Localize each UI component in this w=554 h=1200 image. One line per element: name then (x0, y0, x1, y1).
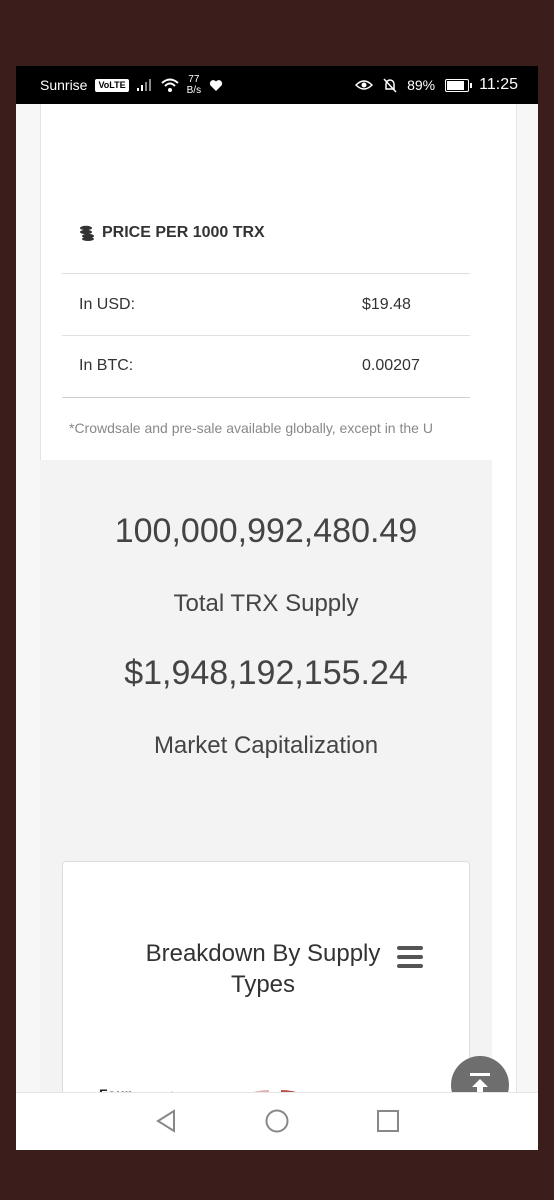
market-cap-value: $1,948,192,155.24 (124, 654, 408, 692)
battery-percent: 89% (407, 77, 436, 93)
coins-icon (80, 225, 94, 241)
divider (62, 397, 470, 398)
battery-icon (445, 78, 473, 92)
recents-square-icon[interactable] (374, 1107, 402, 1135)
signal-icon (136, 79, 151, 91)
total-supply-value: 100,000,992,480.49 (114, 512, 418, 550)
back-triangle-icon[interactable] (152, 1107, 180, 1135)
divider (62, 335, 470, 336)
usd-label: In USD: (79, 296, 136, 313)
eye-icon (355, 80, 374, 90)
market-cap-label: Market Capitalization (153, 732, 379, 759)
battery-fill (447, 80, 465, 90)
clock: 11:25 (479, 76, 518, 93)
divider (62, 273, 470, 274)
wifi-icon (160, 78, 179, 92)
usd-value: $19.48 (362, 296, 411, 313)
crowdsale-note: *Crowdsale and pre-sale available global… (69, 420, 433, 436)
navigation-bar (16, 1092, 538, 1150)
page-content[interactable]: PRICE PER 1000 TRX In USD: $19.48 In BTC… (16, 104, 538, 1150)
network-speed-value: 77 (188, 74, 200, 85)
heart-icon (209, 79, 223, 91)
supply-stats-section: 100,000,992,480.49 Total TRX Supply $1,9… (40, 460, 492, 1150)
price-heading-text: PRICE PER 1000 TRX (102, 224, 265, 241)
mute-bell-icon (383, 77, 397, 93)
network-speed: 77 B/s (187, 74, 201, 96)
total-supply-label: Total TRX Supply (173, 590, 359, 617)
btc-label: In BTC: (79, 357, 134, 374)
phone-screen: Sunrise VoLTE 77 B/s 89% 11:25 PRICE PER… (16, 66, 538, 1150)
home-circle-icon[interactable] (263, 1107, 291, 1135)
network-speed-unit: B/s (186, 85, 202, 96)
status-bar: Sunrise VoLTE 77 B/s 89% 11:25 (16, 66, 538, 104)
carrier-name: Sunrise (40, 77, 88, 93)
price-heading: PRICE PER 1000 TRX (78, 224, 265, 242)
btc-value: 0.00207 (362, 357, 420, 374)
volte-badge: VoLTE (95, 78, 129, 92)
